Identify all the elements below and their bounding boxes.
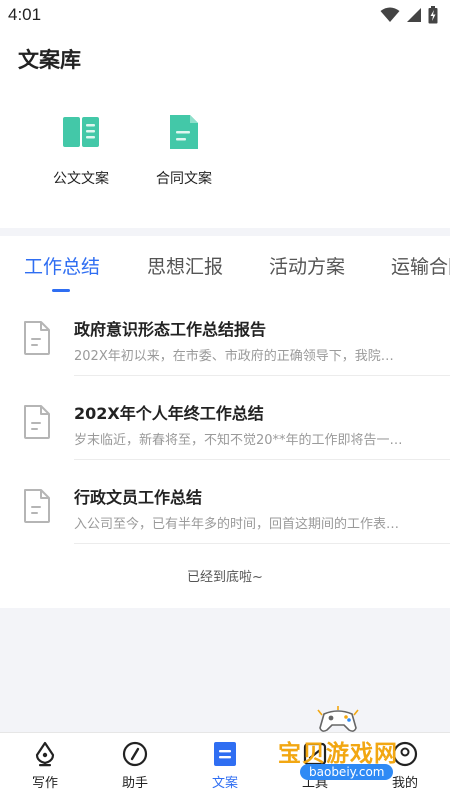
list-item[interactable]: 政府意识形态工作总结报告 202X年初以来，在市委、市政府的正确领导下，我院…	[0, 292, 450, 376]
category-label: 公文文案	[53, 171, 109, 187]
book-icon	[63, 117, 99, 147]
category-contract-copy[interactable]: 合同文案	[139, 112, 229, 188]
tab-work-summary[interactable]: 工作总结	[24, 252, 100, 279]
content-section: 工作总结 思想汇报 活动方案 运输合同 政府意识形态工作总结报告 202X年初以…	[0, 236, 450, 608]
category-label: 合同文案	[156, 171, 212, 187]
pen-nib-icon	[35, 741, 55, 767]
list-item[interactable]: 行政文员工作总结 入公司至今，已有半年多的时间，回首这期间的工作表…	[0, 460, 450, 544]
category-official-copy[interactable]: 公文文案	[36, 112, 126, 188]
article-summary: 202X年初以来，在市委、市政府的正确领导下，我院…	[74, 349, 394, 364]
status-time: 4:01	[8, 5, 42, 24]
divider	[74, 543, 450, 544]
tab-thought-report[interactable]: 思想汇报	[147, 252, 223, 279]
nav-label: 助手	[121, 776, 148, 791]
compass-icon	[122, 741, 148, 767]
document-icon	[24, 405, 50, 439]
watermark: 宝贝游戏网 baobeiy.com	[272, 706, 422, 792]
list-end-text: 已经到底啦~	[187, 570, 263, 585]
document-icon	[214, 742, 236, 766]
list-item[interactable]: 202X年个人年终工作总结 岁末临近，新春将至，不知不觉20**年的工作即将告一…	[0, 376, 450, 460]
tab-bar: 工作总结 思想汇报 活动方案 运输合同	[0, 236, 450, 296]
top-section: 文案库 公文文案 合同文案	[0, 30, 450, 228]
article-summary: 入公司至今，已有半年多的时间，回首这期间的工作表…	[74, 517, 400, 532]
wifi-icon	[380, 7, 400, 22]
article-summary: 岁末临近，新春将至，不知不觉20**年的工作即将告一…	[74, 433, 403, 448]
watermark-text: 宝贝游戏网	[278, 741, 398, 767]
tab-transport-contract[interactable]: 运输合同	[391, 252, 450, 279]
watermark-url: baobeiy.com	[300, 764, 394, 780]
article-title: 202X年个人年终工作总结	[74, 404, 264, 423]
nav-item-write[interactable]: 写作	[0, 741, 90, 791]
gamepad-icon	[317, 706, 359, 732]
status-icons	[380, 6, 438, 24]
nav-item-copy[interactable]: 文案	[180, 741, 270, 791]
tab-event-plan[interactable]: 活动方案	[269, 252, 345, 279]
nav-label: 写作	[31, 776, 58, 791]
page-title: 文案库	[18, 48, 81, 72]
document-icon	[170, 115, 198, 149]
battery-icon	[428, 6, 438, 24]
document-icon	[24, 321, 50, 355]
document-icon	[24, 489, 50, 523]
status-bar: 4:01	[0, 0, 450, 30]
article-title: 政府意识形态工作总结报告	[74, 320, 267, 339]
signal-icon	[407, 8, 421, 22]
nav-label: 文案	[211, 776, 238, 791]
nav-item-assistant[interactable]: 助手	[90, 741, 180, 791]
article-title: 行政文员工作总结	[74, 488, 203, 507]
